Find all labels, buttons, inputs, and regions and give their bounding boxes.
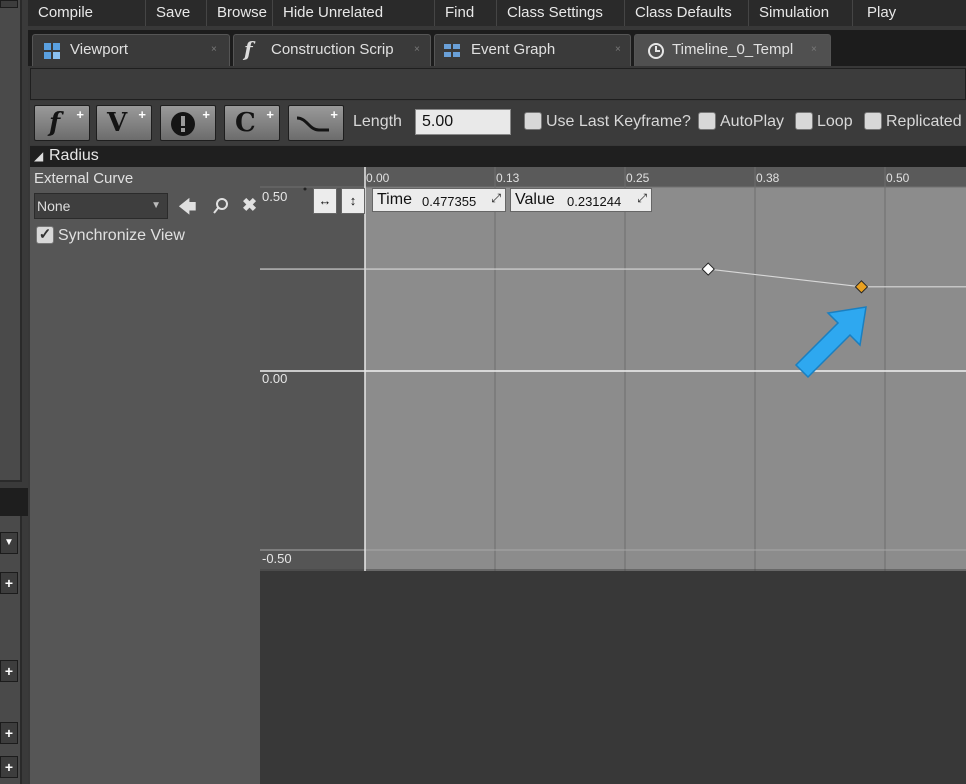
add-curve-asset-icon: [296, 116, 329, 132]
viewport-icon: [44, 43, 60, 59]
expand-icon: ⤢: [491, 191, 501, 205]
clock-icon: [648, 43, 664, 59]
curve-graph[interactable]: 0.50 0.00 -0.50 0.00 0.13 0.25 0.38 0.50…: [260, 167, 966, 571]
add-color-track-button[interactable]: C +: [224, 105, 280, 141]
add-vector-track-icon: V: [107, 108, 128, 138]
left-panel-upper: [0, 0, 22, 482]
left-panel-icon[interactable]: [0, 0, 18, 8]
tab-label: Event Graph: [471, 41, 556, 58]
hide-unrelated-button[interactable]: Hide Unrelated: [273, 0, 435, 26]
close-icon[interactable]: ×: [414, 35, 420, 65]
x-tick-label: 0.50: [886, 171, 910, 185]
use-last-keyframe-label: Use Last Keyframe?: [546, 113, 691, 130]
autoplay-checkbox[interactable]: [698, 112, 716, 130]
key-time-field[interactable]: Time 0.477355 ⤢: [372, 188, 506, 212]
track-header[interactable]: ◢ Radius: [30, 146, 966, 167]
left-panel-gap: [0, 488, 28, 516]
collapse-triangle-icon[interactable]: ◢: [34, 149, 43, 163]
timeline-header-bar: [30, 68, 966, 100]
track-properties: External Curve None ▼ 🡄 ✖ ✓ Synchronize …: [30, 167, 260, 784]
add-vector-track-button[interactable]: V +: [96, 105, 152, 141]
loop-checkbox[interactable]: [795, 112, 813, 130]
length-input[interactable]: [415, 109, 511, 135]
fit-horizontal-button[interactable]: ↔: [313, 188, 337, 214]
x-tick-label: 0.00: [366, 171, 390, 185]
loop-label: Loop: [817, 113, 853, 130]
add-float-track-icon: f: [49, 108, 61, 138]
clear-icon[interactable]: ✖: [242, 195, 257, 216]
add-event-track-button[interactable]: +: [160, 105, 216, 141]
y-tick-label: 0.00: [262, 371, 288, 386]
autoplay-label: AutoPlay: [720, 113, 785, 130]
length-label: Length: [353, 113, 402, 130]
key-value-field[interactable]: Value 0.231244 ⤢: [510, 188, 652, 212]
browse-magnifier-icon[interactable]: [212, 197, 230, 215]
value-label: Value: [515, 191, 555, 208]
time-value: 0.477355: [422, 194, 477, 209]
replicated-checkbox[interactable]: [864, 112, 882, 130]
tab-label: Timeline_0_Templ: [672, 41, 794, 58]
tab-label: Construction Scrip: [271, 41, 394, 58]
add-icon[interactable]: +: [0, 660, 18, 682]
x-tick-label: 0.38: [756, 171, 780, 185]
dropdown-arrow-icon[interactable]: ▼: [0, 532, 18, 554]
add-color-track-icon: C: [235, 108, 256, 138]
use-selected-asset-arrow-icon[interactable]: 🡄: [178, 195, 197, 225]
external-curve-dropdown[interactable]: None ▼: [34, 193, 168, 219]
tab-viewport[interactable]: Viewport ×: [32, 34, 230, 66]
document-tab-bar: Viewport × f Construction Scrip × Event …: [28, 30, 966, 66]
left-panel-lower: ▼ + + + +: [0, 516, 22, 784]
y-tick-label: -0.50: [262, 551, 292, 566]
find-button[interactable]: Find: [435, 0, 497, 26]
timeline-toolbar: f + V + + C + + Length Use Last Keyframe…: [30, 101, 966, 145]
y-tick-label: 0.50: [262, 189, 288, 204]
curve-canvas[interactable]: [260, 167, 966, 571]
add-curve-asset-button[interactable]: +: [288, 105, 344, 141]
expand-icon: ⤢: [637, 191, 647, 205]
close-icon[interactable]: ×: [615, 35, 621, 65]
tab-timeline[interactable]: Timeline_0_Templ ×: [634, 34, 831, 66]
fit-vertical-button[interactable]: ↕: [341, 188, 365, 214]
simulation-button[interactable]: Simulation: [749, 0, 853, 26]
value-value: 0.231244: [567, 194, 622, 209]
close-icon[interactable]: ×: [811, 35, 817, 65]
track-name: Radius: [49, 147, 99, 164]
add-icon[interactable]: +: [0, 756, 18, 778]
add-event-track-icon: [171, 112, 195, 136]
external-curve-label: External Curve: [34, 170, 134, 187]
compile-button[interactable]: Compile: [28, 0, 146, 26]
replicated-label: Replicated: [886, 113, 962, 130]
time-label: Time: [377, 191, 412, 208]
add-float-track-button[interactable]: f +: [34, 105, 90, 141]
close-icon[interactable]: ×: [211, 35, 217, 65]
tab-event-graph[interactable]: Event Graph ×: [434, 34, 631, 66]
browse-button[interactable]: Browse: [207, 0, 273, 26]
external-curve-value: None: [37, 198, 71, 214]
class-settings-button[interactable]: Class Settings: [497, 0, 625, 26]
add-icon[interactable]: +: [0, 572, 18, 594]
save-button[interactable]: Save: [146, 0, 207, 26]
class-defaults-button[interactable]: Class Defaults: [625, 0, 749, 26]
event-graph-icon: [444, 44, 460, 57]
add-icon[interactable]: +: [0, 722, 18, 744]
synchronize-view-checkbox[interactable]: ✓: [36, 226, 54, 244]
use-last-keyframe-checkbox[interactable]: [524, 112, 542, 130]
blueprint-toolbar: Compile Save Browse Hide Unrelated Find …: [28, 0, 966, 26]
tab-construction-script[interactable]: f Construction Scrip ×: [233, 34, 431, 66]
chevron-down-icon: ▼: [151, 200, 161, 211]
x-tick-label: 0.13: [496, 171, 520, 185]
synchronize-view-label: Synchronize View: [58, 227, 185, 244]
function-icon: f: [244, 37, 253, 61]
tab-label: Viewport: [70, 41, 129, 58]
x-tick-label: 0.25: [626, 171, 650, 185]
play-button[interactable]: Play: [853, 0, 966, 26]
